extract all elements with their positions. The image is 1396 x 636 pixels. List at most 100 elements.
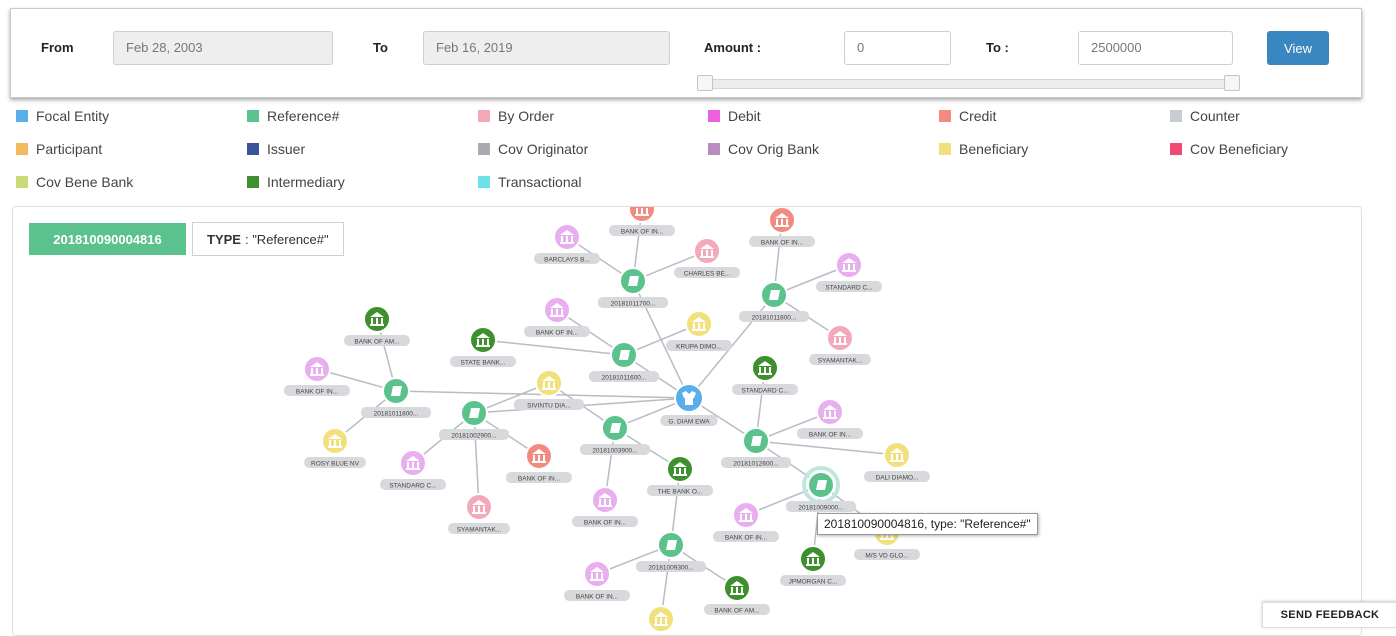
graph-node-r7[interactable]: 20181012600... <box>720 427 792 468</box>
node-label: BANK OF IN... <box>725 535 767 542</box>
amount-slider-max-handle[interactable] <box>1224 75 1240 91</box>
node-label: STANDARD C... <box>741 388 788 395</box>
graph-node-b22[interactable]: BANK OF IN... <box>713 501 779 542</box>
node-label: BANK OF IN... <box>576 594 618 601</box>
node-label: SIVINTU DIA... <box>527 403 571 410</box>
legend-item-cov-orig-bank: Cov Orig Bank <box>708 141 819 157</box>
graph-node-b7[interactable]: BANK OF IN... <box>524 296 590 337</box>
graph-node-b14[interactable]: STANDARD C... <box>380 449 446 490</box>
legend-swatch <box>16 176 28 188</box>
graph-node-b9[interactable]: STATE BANK... <box>450 326 516 367</box>
type-value: : "Reference#" <box>244 231 329 247</box>
graph-node-b6[interactable]: SYAMANTAK... <box>809 324 871 365</box>
graph-node-b5[interactable]: STANDARD C... <box>816 251 882 292</box>
legend-swatch <box>939 110 951 122</box>
legend-label: Reference# <box>267 108 340 124</box>
graph-node-b3[interactable]: CHARLES BE... <box>674 237 740 278</box>
legend-item-participant: Participant <box>16 141 102 157</box>
node-label: CHARLES BE... <box>684 271 731 278</box>
legend-label: Beneficiary <box>959 141 1029 157</box>
node-label: 20181003900... <box>592 448 637 455</box>
amount-slider[interactable] <box>701 79 1239 89</box>
legend-item-intermediary: Intermediary <box>247 174 345 190</box>
graph-panel[interactable]: G. DIAM EWA 20181011700... 20181011800... 2… <box>12 206 1362 636</box>
legend-item-reference: Reference# <box>247 108 339 124</box>
graph-node-r1[interactable]: 20181011700... <box>597 267 669 308</box>
graph-node-b18[interactable]: BANK OF IN... <box>797 398 863 439</box>
legend-swatch <box>16 143 28 155</box>
from-date-field[interactable]: Feb 28, 2003 <box>113 31 333 65</box>
graph-node-r5[interactable]: 20181002900... <box>438 399 510 440</box>
graph-node-b1[interactable]: BANK OF IN... <box>609 207 675 236</box>
legend-label: Counter <box>1190 108 1240 124</box>
node-label: KRUPA DIMO... <box>676 344 722 351</box>
graph-node-b20[interactable]: THE BANK O... <box>647 455 713 496</box>
legend-label: By Order <box>498 108 555 124</box>
graph-node-b10[interactable]: BANK OF AM... <box>344 305 410 346</box>
legend-swatch <box>1170 110 1182 122</box>
graph-node-b13[interactable]: SIVINTU DIA... <box>513 369 585 410</box>
node-label: BARCLAYS B... <box>544 257 590 264</box>
legend-label: Focal Entity <box>36 108 110 124</box>
legend-swatch <box>708 143 720 155</box>
graph-node-b21[interactable]: BANK OF IN... <box>572 486 638 527</box>
legend-label: Transactional <box>498 174 582 190</box>
node-label: STANDARD C... <box>389 483 436 490</box>
graph-node-b27[interactable] <box>647 605 675 633</box>
legend-swatch <box>247 176 259 188</box>
amount-label: Amount : <box>704 40 762 55</box>
node-label: THE BANK O... <box>658 489 703 496</box>
node-label: SYAMANTAK... <box>457 527 502 534</box>
to-label: To <box>373 40 388 55</box>
legend-item-issuer: Issuer <box>247 141 305 157</box>
graph-node-b12[interactable]: ROSY BLUE NV <box>304 427 366 468</box>
graph-node-r2[interactable]: 20181011800... <box>738 281 810 322</box>
node-label: BANK OF IN... <box>761 240 803 247</box>
legend-label: Intermediary <box>267 174 345 190</box>
network-graph[interactable]: G. DIAM EWA 20181011700... 20181011800... 2… <box>13 207 1362 636</box>
graph-node-r3[interactable]: 20181011600... <box>588 341 660 382</box>
graph-node-r8[interactable]: 20181009000... <box>785 466 857 512</box>
node-label: BANK OF IN... <box>518 476 560 483</box>
graph-node-focal[interactable]: G. DIAM EWA <box>660 383 718 426</box>
graph-node-b16[interactable]: BANK OF IN... <box>506 442 572 483</box>
graph-node-b19[interactable]: DALI DIAMO... <box>864 441 930 482</box>
graph-node-b24[interactable]: JPMORGAN C... <box>780 545 846 586</box>
to-date-field[interactable]: Feb 16, 2019 <box>423 31 670 65</box>
node-label: 20181011800... <box>374 411 419 418</box>
amount-to-label: To : <box>986 40 1009 55</box>
legend-item-cov-bene-bank: Cov Bene Bank <box>16 174 133 190</box>
graph-edge <box>473 412 480 508</box>
node-label: BANK OF IN... <box>809 432 851 439</box>
legend-swatch <box>478 110 490 122</box>
amount-max-field[interactable]: 2500000 <box>1078 31 1233 65</box>
graph-node-b8[interactable]: KRUPA DIMO... <box>666 310 732 351</box>
legend-item-focal-entity: Focal Entity <box>16 108 109 124</box>
legend-item-transactional: Transactional <box>478 174 582 190</box>
legend-swatch <box>939 143 951 155</box>
legend-label: Cov Orig Bank <box>728 141 820 157</box>
node-label: SYAMANTAK... <box>818 358 863 365</box>
graph-node-b15[interactable]: SYAMANTAK... <box>448 493 510 534</box>
view-button[interactable]: View <box>1267 31 1329 65</box>
selected-type-badge: TYPE : "Reference#" <box>192 222 344 256</box>
graph-node-r6[interactable]: 20181003900... <box>579 414 651 455</box>
send-feedback-button[interactable]: SEND FEEDBACK <box>1262 602 1396 628</box>
amount-min-field[interactable]: 0 <box>844 31 951 65</box>
node-label: 20181011800... <box>752 315 797 322</box>
graph-edge <box>755 440 898 456</box>
graph-node-b25[interactable]: BANK OF IN... <box>564 560 630 601</box>
graph-node-b2[interactable]: BARCLAYS B... <box>534 223 600 264</box>
node-label: 20181009300... <box>648 565 693 572</box>
node-label: BANK OF IN... <box>536 330 578 337</box>
graph-node-b4[interactable]: BANK OF IN... <box>749 207 815 247</box>
legend-label: Cov Originator <box>498 141 589 157</box>
graph-node-r9[interactable]: 20181009300... <box>635 531 707 572</box>
legend-item-beneficiary: Beneficiary <box>939 141 1028 157</box>
from-label: From <box>41 40 74 55</box>
graph-node-b17[interactable]: STANDARD C... <box>732 354 798 395</box>
graph-node-b26[interactable]: BANK OF AM... <box>704 574 770 615</box>
legend-item-counter: Counter <box>1170 108 1240 124</box>
node-label: 20181012600... <box>733 461 778 468</box>
amount-slider-min-handle[interactable] <box>697 75 713 91</box>
